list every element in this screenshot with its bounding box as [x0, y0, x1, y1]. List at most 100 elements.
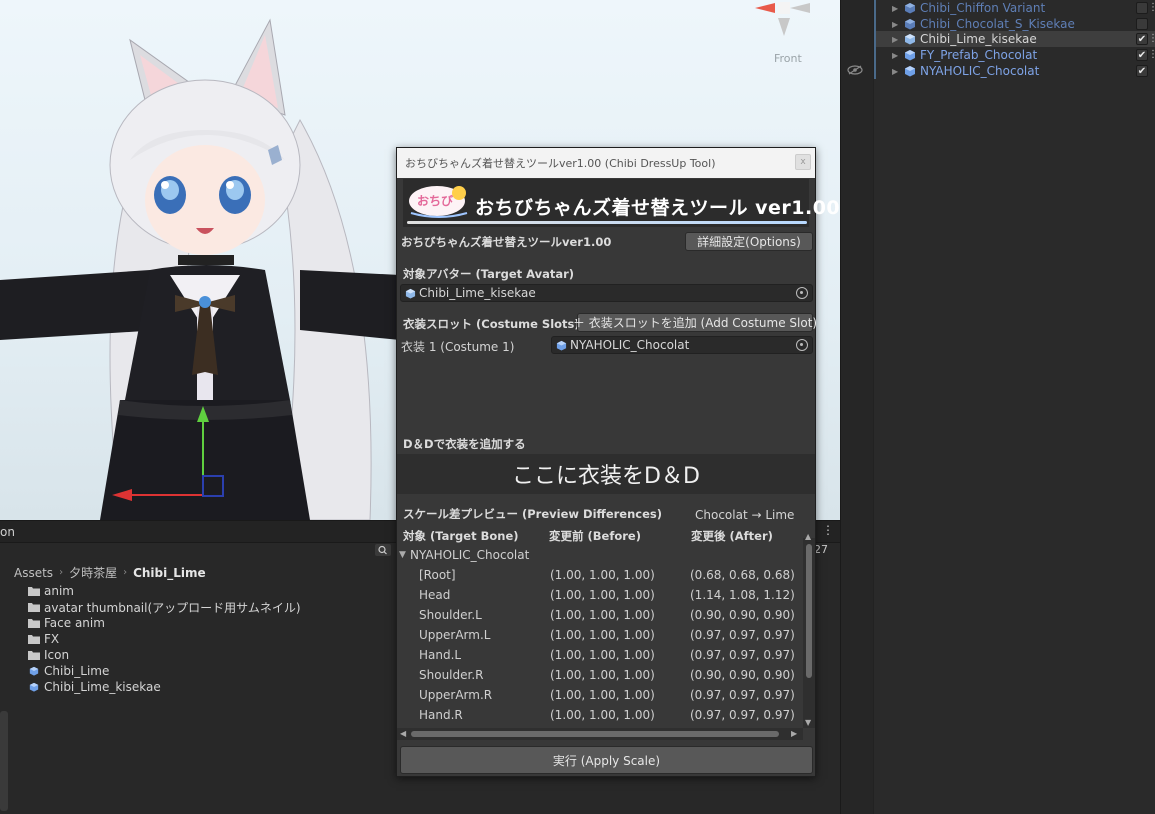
table-row: Shoulder.R (1.00, 1.00, 1.00) (0.90, 0.9… [397, 666, 805, 686]
more-icon[interactable]: ⋮ [822, 523, 834, 537]
object-picker-icon[interactable] [796, 287, 808, 299]
asset-label: anim [44, 584, 74, 598]
asset-item[interactable]: Chibi_Lime_kisekae [28, 679, 161, 695]
prefab-icon [556, 340, 567, 351]
scroll-right-icon[interactable]: ▶ [791, 729, 797, 738]
item-count: 27 [814, 543, 828, 556]
hierarchy-item[interactable]: ▶ Chibi_Chiffon Variant [874, 0, 1155, 16]
object-picker-icon[interactable] [796, 339, 808, 351]
bone-group-label: NYAHOLIC_Chocolat [410, 548, 530, 562]
prefab-icon [905, 34, 915, 45]
logo-icon: おちび [409, 186, 468, 218]
asset-item[interactable]: avatar thumbnail(アップロード用サムネイル) [28, 599, 301, 615]
asset-item[interactable]: Face anim [28, 615, 105, 631]
asset-label: Icon [44, 648, 70, 662]
folder-icon [28, 619, 40, 628]
scroll-down-icon[interactable]: ▼ [805, 718, 811, 727]
table-row: Hand.R (1.00, 1.00, 1.00) (0.97, 0.97, 0… [397, 706, 805, 726]
target-avatar-field[interactable]: Chibi_Lime_kisekae [400, 284, 813, 302]
asset-item[interactable]: FX [28, 631, 59, 647]
asset-item[interactable]: Icon [28, 647, 69, 663]
chevron-down-icon[interactable]: ▼ [399, 550, 406, 560]
bone-name: [Root] [419, 568, 456, 582]
column-header-bone: 対象 (Target Bone) [403, 529, 519, 543]
hierarchy-item-label: Chibi_Lime_kisekae [920, 32, 1037, 46]
close-button[interactable]: x [795, 154, 811, 170]
asset-item[interactable]: anim [28, 583, 74, 599]
bone-name: Shoulder.L [419, 608, 482, 622]
project-tab-label[interactable]: on [0, 525, 15, 539]
more-icon[interactable]: ⋮ [1148, 49, 1155, 60]
active-checkbox[interactable] [1136, 18, 1148, 30]
tool-subtitle: おちびちゃんズ着せ替えツールver1.00 [401, 235, 612, 249]
costume-dropzone[interactable]: ここに衣装をD＆D [397, 454, 815, 494]
prefab-icon [29, 666, 39, 676]
scale-after: (1.14, 1.08, 1.12) [690, 588, 795, 602]
expand-arrow-icon[interactable]: ▶ [892, 20, 900, 29]
asset-item[interactable]: Chibi_Lime [28, 663, 109, 679]
hierarchy-item-selected[interactable]: ▶ Chibi_Lime_kisekae ✔ [874, 31, 1155, 47]
folder-icon [28, 603, 40, 612]
more-icon[interactable]: ⋮ [1148, 2, 1155, 13]
hierarchy-item-label: NYAHOLIC_Chocolat [920, 64, 1040, 78]
add-costume-slot-button[interactable]: ＋ 衣装スロットを追加 (Add Costume Slot) [573, 313, 817, 332]
search-icon[interactable] [375, 544, 391, 556]
apply-scale-button[interactable]: 実行 (Apply Scale) [400, 746, 813, 774]
breadcrumb-item[interactable]: Assets [14, 566, 53, 580]
hierarchy-item-label: FY_Prefab_Chocolat [920, 48, 1038, 62]
table-row: [Root] (1.00, 1.00, 1.00) (0.68, 0.68, 0… [397, 566, 805, 586]
prefab-icon [29, 682, 39, 692]
active-checkbox[interactable]: ✔ [1136, 33, 1148, 45]
bone-name: UpperArm.L [419, 628, 491, 642]
drag-drop-label: D＆Dで衣装を追加する [403, 437, 526, 451]
scale-after: (0.68, 0.68, 0.68) [690, 568, 795, 582]
prefab-variant-icon [905, 19, 915, 30]
column-header-after: 変更後 (After) [691, 529, 773, 543]
bone-group-row[interactable]: ▼ NYAHOLIC_Chocolat [397, 546, 805, 566]
column-header-before: 変更前 (Before) [549, 529, 641, 543]
breadcrumb-current[interactable]: Chibi_Lime [133, 566, 206, 580]
expand-arrow-icon[interactable]: ▶ [892, 35, 900, 44]
breadcrumb-item[interactable]: 夕時茶屋 [69, 564, 117, 581]
preview-horizontal-scrollbar[interactable]: ◀ ▶ [397, 728, 803, 740]
dressup-tool-window: おちびちゃんズ着せ替えツールver1.00 (Chibi DressUp Too… [396, 147, 840, 777]
active-checkbox[interactable]: ✔ [1136, 65, 1148, 77]
scrollbar-thumb[interactable] [411, 731, 779, 737]
hierarchy-item[interactable]: ▶ Chibi_Chocolat_S_Kisekae [874, 16, 1155, 32]
scroll-up-icon[interactable]: ▲ [805, 532, 811, 541]
expand-arrow-icon[interactable]: ▶ [892, 4, 900, 13]
table-row: Shoulder.L (1.00, 1.00, 1.00) (0.90, 0.9… [397, 606, 805, 626]
scale-after: (0.97, 0.97, 0.97) [690, 688, 795, 702]
scrollbar-thumb[interactable] [806, 544, 812, 678]
banner-underline [407, 221, 807, 224]
banner-title: おちびちゃんズ着せ替えツール ver1.00 [475, 197, 841, 219]
project-scrollbar[interactable] [0, 711, 8, 811]
hierarchy-item[interactable]: ▶ FY_Prefab_Chocolat ✔ [874, 47, 1155, 63]
active-checkbox[interactable]: ✔ [1136, 49, 1148, 61]
prefab-icon [405, 288, 416, 299]
window-title-bar[interactable]: おちびちゃんズ着せ替えツールver1.00 (Chibi DressUp Too… [397, 148, 815, 178]
costume-slot-1-field[interactable]: NYAHOLIC_Chocolat [551, 336, 813, 354]
asset-label: Chibi_Lime_kisekae [44, 680, 161, 694]
more-icon[interactable]: ⋮ [1148, 33, 1155, 44]
scale-before: (1.00, 1.00, 1.00) [550, 608, 655, 622]
table-row: Hand.L (1.00, 1.00, 1.00) (0.97, 0.97, 0… [397, 646, 805, 666]
eye-hidden-icon[interactable] [847, 65, 863, 75]
hierarchy-gutter [841, 0, 874, 814]
folder-icon [28, 587, 40, 596]
expand-arrow-icon[interactable]: ▶ [892, 51, 900, 60]
expand-arrow-icon[interactable]: ▶ [892, 67, 900, 76]
bone-name: Shoulder.R [419, 668, 484, 682]
scale-after: (0.97, 0.97, 0.97) [690, 708, 795, 722]
bone-name: Head [419, 588, 451, 602]
gizmo-view-label[interactable]: Front [774, 52, 802, 65]
hierarchy-item[interactable]: ▶ NYAHOLIC_Chocolat ✔ [874, 63, 1155, 79]
active-checkbox[interactable] [1136, 2, 1148, 14]
preview-mapping: Chocolat → Lime [695, 508, 795, 522]
scale-before: (1.00, 1.00, 1.00) [550, 648, 655, 662]
options-button[interactable]: 詳細設定(Options) [685, 232, 813, 251]
scroll-left-icon[interactable]: ◀ [400, 729, 406, 738]
target-avatar-label: 対象アバター (Target Avatar) [403, 267, 575, 281]
preview-vertical-scrollbar[interactable]: ▲ ▼ [803, 532, 815, 728]
gizmo-x-icon [755, 3, 775, 13]
